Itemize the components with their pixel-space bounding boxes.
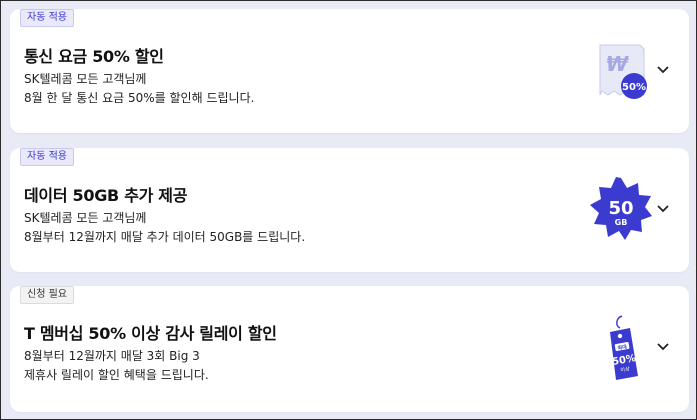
benefit-card-bill-discount[interactable]: 자동 적용 통신 요금 50% 할인 SK텔레콤 모든 고객님께 8월 한 달 … [10, 9, 689, 133]
chevron-down-icon[interactable] [656, 342, 670, 352]
benefit-title: T 멤버십 50% 이상 감사 릴레이 할인 [24, 324, 277, 343]
price-tag-icon: 최대 50% 이상 [610, 315, 638, 380]
bill-discount-icon: ₩ 50% [599, 44, 647, 99]
description-line: 8월부터 12월까지 매달 추가 데이터 50GB를 드립니다. [24, 230, 306, 244]
benefit-card-membership-relay[interactable]: 신청 필요 T 멤버십 50% 이상 감사 릴레이 할인 8월부터 12월까지 … [10, 286, 689, 412]
won-symbol: ₩ [606, 52, 629, 76]
benefit-title: 데이터 50GB 추가 제공 [24, 186, 188, 205]
benefit-description: SK텔레콤 모든 고객님께 8월 한 달 통신 요금 50%를 할인해 드립니다… [24, 70, 254, 108]
description-line: SK텔레콤 모든 고객님께 [24, 211, 147, 225]
application-required-badge: 신청 필요 [20, 286, 74, 304]
auto-apply-badge: 자동 적용 [20, 9, 74, 27]
benefit-card-data-bonus[interactable]: 자동 적용 데이터 50GB 추가 제공 SK텔레콤 모든 고객님께 8월부터 … [10, 148, 689, 272]
description-line: SK텔레콤 모든 고객님께 [24, 72, 147, 86]
data-unit-text: GB [615, 218, 628, 227]
data-starburst-icon: 50 GB [590, 177, 652, 240]
data-amount-text: 50 [608, 198, 633, 219]
discount-percent-text: 50% [622, 82, 646, 93]
chevron-down-icon[interactable] [656, 204, 670, 214]
chevron-down-icon[interactable] [656, 65, 670, 75]
benefit-title: 통신 요금 50% 할인 [24, 47, 164, 66]
auto-apply-badge: 자동 적용 [20, 148, 74, 166]
description-line: 8월부터 12월까지 매달 3회 Big 3 [24, 349, 200, 363]
benefit-description: 8월부터 12월까지 매달 3회 Big 3 제휴사 릴레이 할인 혜택을 드립… [24, 347, 209, 385]
description-line: 제휴사 릴레이 할인 혜택을 드립니다. [24, 368, 209, 382]
description-line: 8월 한 달 통신 요금 50%를 할인해 드립니다. [24, 91, 255, 105]
benefit-description: SK텔레콤 모든 고객님께 8월부터 12월까지 매달 추가 데이터 50GB를… [24, 209, 305, 247]
